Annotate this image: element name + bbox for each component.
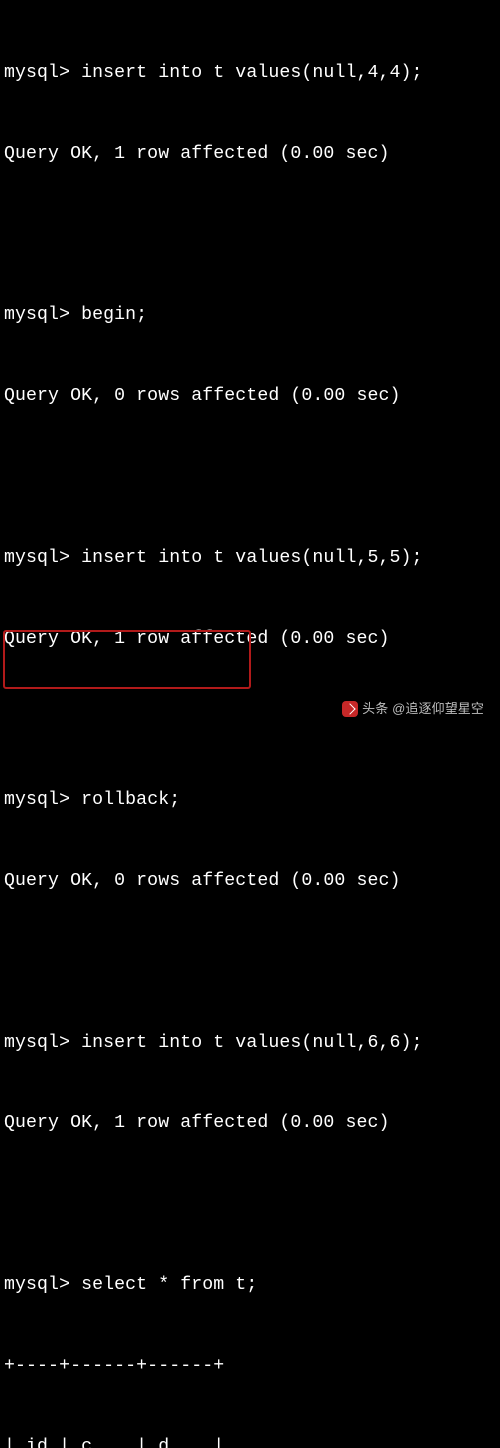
response-line: Query OK, 0 rows affected (0.00 sec) <box>4 383 496 410</box>
prompt: mysql> <box>4 63 70 83</box>
response-line: Query OK, 1 row affected (0.00 sec) <box>4 141 496 168</box>
command-text: insert into t values(null,5,5); <box>81 548 422 568</box>
blank-line <box>4 464 496 491</box>
command-text: begin; <box>81 305 147 325</box>
cmd-line: mysql> insert into t values(null,6,6); <box>4 1030 496 1057</box>
blank-line <box>4 949 496 976</box>
cmd-line: mysql> rollback; <box>4 787 496 814</box>
toutiao-icon <box>342 701 358 717</box>
command-text: rollback; <box>81 790 180 810</box>
attribution: 头条 @追逐仰望星空 <box>342 699 484 718</box>
cmd-line: mysql> insert into t values(null,5,5); <box>4 545 496 572</box>
cmd-line: mysql> select * from t; <box>4 1272 496 1299</box>
command-text: insert into t values(null,6,6); <box>81 1033 422 1053</box>
cmd-line: mysql> insert into t values(null,4,4); <box>4 60 496 87</box>
attribution-prefix: 头条 <box>362 701 388 716</box>
response-line: Query OK, 1 row affected (0.00 sec) <box>4 626 496 653</box>
table-header: | id | c | d | <box>4 1434 496 1448</box>
cmd-line: mysql> begin; <box>4 302 496 329</box>
attribution-handle: @追逐仰望星空 <box>392 701 484 716</box>
command-text: insert into t values(null,4,4); <box>81 63 422 83</box>
prompt: mysql> <box>4 305 70 325</box>
prompt: mysql> <box>4 1275 70 1295</box>
prompt: mysql> <box>4 1033 70 1053</box>
table-border: +----+------+------+ <box>4 1353 496 1380</box>
terminal[interactable]: mysql> insert into t values(null,4,4); Q… <box>0 0 500 1448</box>
command-text: select * from t; <box>81 1275 257 1295</box>
prompt: mysql> <box>4 548 70 568</box>
prompt: mysql> <box>4 790 70 810</box>
blank-line <box>4 222 496 249</box>
response-line: Query OK, 1 row affected (0.00 sec) <box>4 1110 496 1137</box>
response-line: Query OK, 0 rows affected (0.00 sec) <box>4 868 496 895</box>
blank-line <box>4 1191 496 1218</box>
